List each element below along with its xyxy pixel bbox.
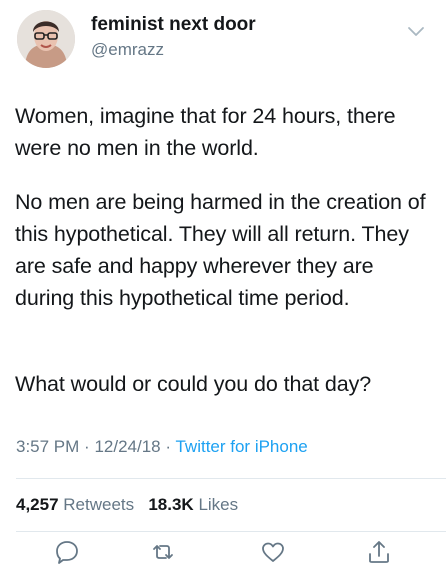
retweet-icon[interactable] <box>150 539 176 565</box>
tweet-time[interactable]: 3:57 PM <box>16 437 79 456</box>
likes-label[interactable]: Likes <box>198 495 238 514</box>
divider <box>16 478 446 479</box>
likes-count[interactable]: 18.3K <box>148 495 193 514</box>
tweet-meta: 3:57 PM · 12/24/18 · Twitter for iPhone <box>16 437 308 457</box>
tweet-paragraph: Women, imagine that for 24 hours, there … <box>15 104 396 160</box>
retweets-label[interactable]: Retweets <box>63 495 134 514</box>
tweet-date[interactable]: 12/24/18 <box>94 437 160 456</box>
like-icon[interactable] <box>260 539 286 565</box>
tweet-source-link[interactable]: Twitter for iPhone <box>175 437 307 456</box>
share-icon[interactable] <box>366 539 392 565</box>
meta-separator: · <box>165 437 172 456</box>
avatar[interactable] <box>17 10 75 68</box>
tweet-stats: 4,257 Retweets 18.3K Likes <box>16 495 238 515</box>
divider <box>16 531 446 532</box>
display-name[interactable]: feminist next door <box>91 14 256 36</box>
chevron-down-icon[interactable] <box>407 26 425 38</box>
retweets-count[interactable]: 4,257 <box>16 495 59 514</box>
tweet-paragraph: What would or could you do that day? <box>15 372 372 396</box>
user-handle[interactable]: @emrazz <box>91 40 164 60</box>
meta-separator: · <box>84 437 90 456</box>
reply-icon[interactable] <box>54 539 80 565</box>
tweet-paragraph: No men are being harmed in the creation … <box>15 190 426 310</box>
